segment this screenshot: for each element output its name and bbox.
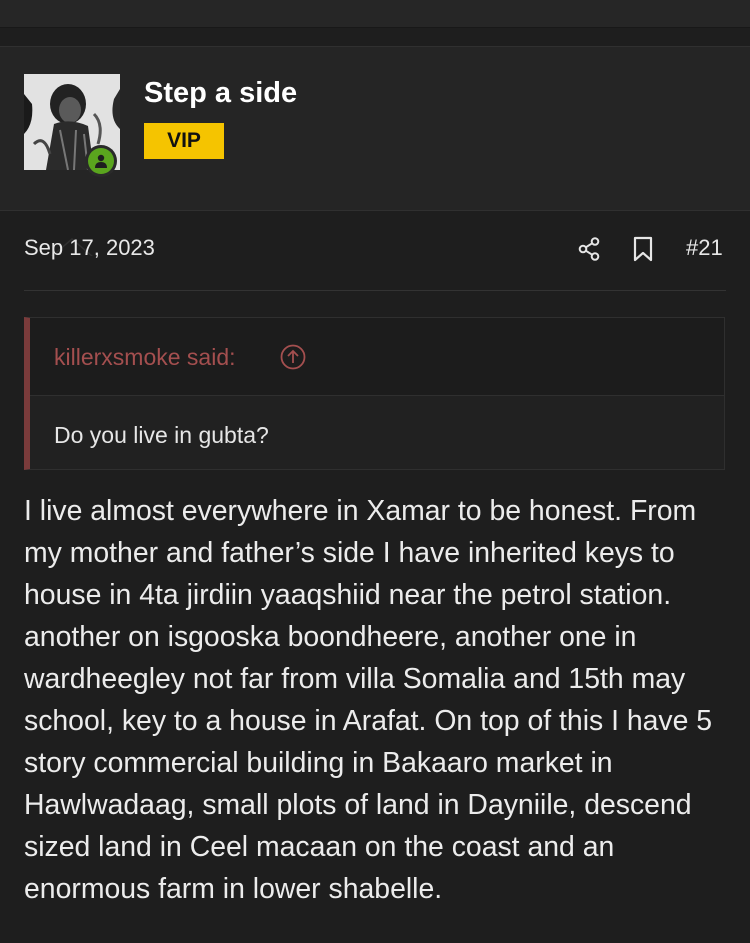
post-meta: Sep 17, 2023 #21	[24, 235, 726, 265]
arrow-up-circle-icon[interactable]	[280, 344, 306, 370]
spacer	[0, 28, 750, 46]
post-number[interactable]: #21	[686, 235, 723, 261]
username[interactable]: Step a side	[144, 77, 297, 110]
online-indicator	[85, 145, 117, 177]
share-icon[interactable]	[578, 237, 600, 261]
user-badge: VIP	[144, 123, 224, 159]
quote-text: Do you live in gubta?	[54, 422, 269, 448]
bookmark-icon[interactable]	[632, 236, 654, 262]
quote-author[interactable]: killerxsmoke said:	[54, 344, 236, 371]
post-user-block: Step a side VIP	[0, 46, 750, 257]
quote-header: killerxsmoke said:	[30, 318, 724, 396]
quote-block: killerxsmoke said: Do you live in gubta?	[24, 317, 725, 470]
divider	[24, 290, 726, 291]
person-icon	[95, 154, 107, 168]
top-bar	[0, 0, 750, 28]
post-date[interactable]: Sep 17, 2023	[24, 235, 155, 261]
post-body: I live almost everywhere in Xamar to be …	[24, 495, 713, 905]
